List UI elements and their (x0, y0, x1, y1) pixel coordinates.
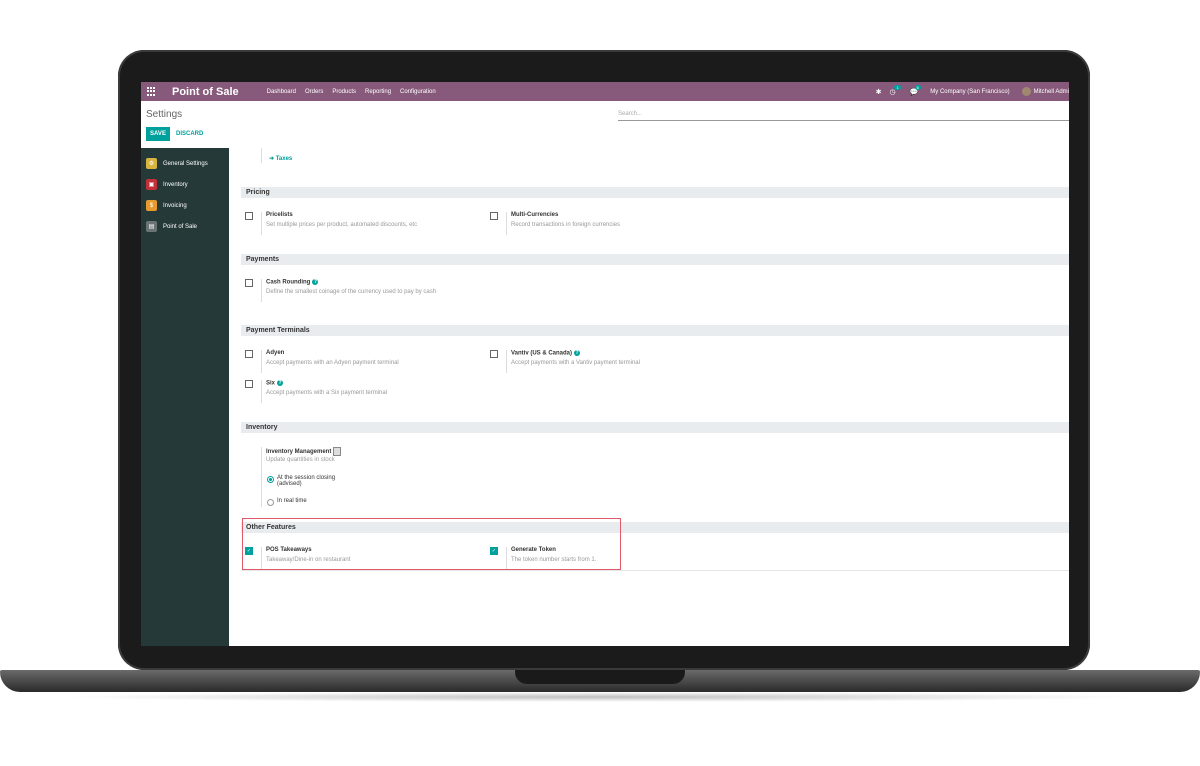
activity-badge: 1 (894, 84, 901, 90)
divider (241, 570, 1069, 571)
adyen-checkbox[interactable] (245, 350, 253, 358)
company-switcher[interactable]: My Company (San Francisco) (930, 89, 1009, 95)
radio-label: In real time (277, 498, 307, 504)
divider (261, 148, 262, 163)
pricelists-checkbox[interactable] (245, 212, 253, 220)
six-label: Six? (266, 380, 284, 387)
pos-icon: ▤ (146, 221, 157, 232)
setting-adyen: Adyen Accept payments with an Adyen paym… (245, 350, 465, 374)
vantiv-label: Vantiv (US & Canada)? (511, 350, 581, 357)
menu-dashboard[interactable]: Dashboard (267, 89, 296, 95)
sidebar-item-label: Point of Sale (163, 223, 198, 230)
six-desc: Accept payments with a Six payment termi… (266, 390, 388, 396)
menu-reporting[interactable]: Reporting (365, 89, 391, 95)
menu-configuration[interactable]: Configuration (400, 89, 436, 95)
pricelists-desc: Set multiple prices per product, automat… (266, 222, 418, 228)
six-checkbox[interactable] (245, 380, 253, 388)
cash-rounding-desc: Define the smallest coinage of the curre… (266, 289, 437, 295)
setting-vantiv: Vantiv (US & Canada)? Accept payments wi… (490, 350, 710, 374)
section-pricing: Pricing (241, 187, 1069, 198)
cash-rounding-checkbox[interactable] (245, 279, 253, 287)
section-payments: Payments (241, 254, 1069, 265)
setting-multi-currencies: Multi-Currencies Record transactions in … (490, 212, 710, 236)
vantiv-checkbox[interactable] (490, 350, 498, 358)
cash-rounding-label: Cash Rounding? (266, 279, 319, 286)
bug-icon[interactable]: ✱ (876, 88, 882, 96)
search-input[interactable]: Search... (618, 109, 1069, 121)
navbar-right: ✱ ◷ 1 💬 6 My Company (San Francisco) Mitch… (876, 84, 1069, 96)
menu-products[interactable]: Products (332, 89, 356, 95)
user-avatar[interactable] (1021, 87, 1031, 96)
help-icon[interactable]: ? (312, 279, 319, 285)
sidebar-item-label: Inventory (163, 181, 188, 188)
sidebar-item-invoicing[interactable]: $ Invoicing (141, 195, 229, 216)
help-icon[interactable]: ? (277, 380, 284, 386)
vantiv-desc: Accept payments with a Vantiv payment te… (511, 360, 640, 366)
box-icon: ▣ (146, 179, 157, 190)
sidebar-item-general-settings[interactable]: ⚙ General Settings (141, 153, 229, 174)
discard-button[interactable]: DISCARD (176, 127, 203, 141)
top-navbar: Point of Sale Dashboard Orders Products … (141, 82, 1069, 101)
page-title: Settings (146, 109, 183, 120)
taxes-link-label: Taxes (275, 156, 293, 162)
invoice-icon: $ (146, 200, 157, 211)
app-screen: Point of Sale Dashboard Orders Products … (141, 82, 1069, 646)
radio-button-checked[interactable] (267, 476, 274, 483)
menu-orders[interactable]: Orders (305, 89, 323, 95)
adyen-desc: Accept payments with an Adyen payment te… (266, 360, 399, 366)
laptop-shadow (60, 692, 1140, 702)
sidebar-item-label: General Settings (163, 160, 208, 167)
building-icon (333, 447, 342, 456)
setting-six: Six? Accept payments with a Six payment … (245, 380, 465, 404)
multi-currencies-checkbox[interactable] (490, 212, 498, 220)
multi-currencies-label: Multi-Currencies (511, 212, 559, 218)
settings-content: ➜ Taxes Pricing Pricelists Set multiple … (229, 148, 1069, 646)
inventory-management-desc: Update quantities in stock (266, 457, 335, 463)
sidebar-item-label: Invoicing (163, 202, 187, 209)
section-inventory: Inventory (241, 422, 1069, 433)
app-brand: Point of Sale (172, 85, 239, 98)
sidebar-item-inventory[interactable]: ▣ Inventory (141, 174, 229, 195)
apps-grid-icon[interactable] (147, 86, 157, 97)
highlight-box (242, 518, 621, 570)
setting-cash-rounding: Cash Rounding? Define the smallest coina… (245, 279, 465, 303)
adyen-label: Adyen (266, 350, 285, 356)
arrow-right-icon: ➜ (269, 156, 276, 162)
user-name[interactable]: Mitchell Admi (1034, 89, 1069, 95)
radio-session-closing[interactable]: At the session closing (advised) (267, 475, 335, 487)
settings-sidebar: ⚙ General Settings ▣ Inventory $ Invoici… (141, 148, 229, 646)
activity-clock-icon[interactable]: ◷ 1 (889, 84, 901, 96)
save-button[interactable]: SAVE (146, 127, 170, 141)
gear-icon: ⚙ (146, 158, 157, 169)
section-payment-terminals: Payment Terminals (241, 325, 1069, 336)
pricelists-label: Pricelists (266, 212, 293, 218)
setting-pricelists: Pricelists Set multiple prices per produ… (245, 212, 465, 236)
help-icon[interactable]: ? (574, 350, 581, 356)
radio-real-time[interactable]: In real time (267, 498, 307, 506)
laptop-notch (515, 670, 685, 684)
inventory-management-label: Inventory Management (266, 447, 342, 456)
radio-button[interactable] (267, 499, 274, 506)
sidebar-item-point-of-sale[interactable]: ▤ Point of Sale (141, 216, 229, 237)
multi-currencies-desc: Record transactions in foreign currencie… (511, 222, 621, 228)
messages-icon[interactable]: 💬 6 (910, 84, 921, 96)
taxes-link[interactable]: ➜ Taxes (269, 155, 292, 162)
messages-badge: 6 (914, 84, 921, 90)
radio-label-note: (advised) (277, 481, 302, 487)
